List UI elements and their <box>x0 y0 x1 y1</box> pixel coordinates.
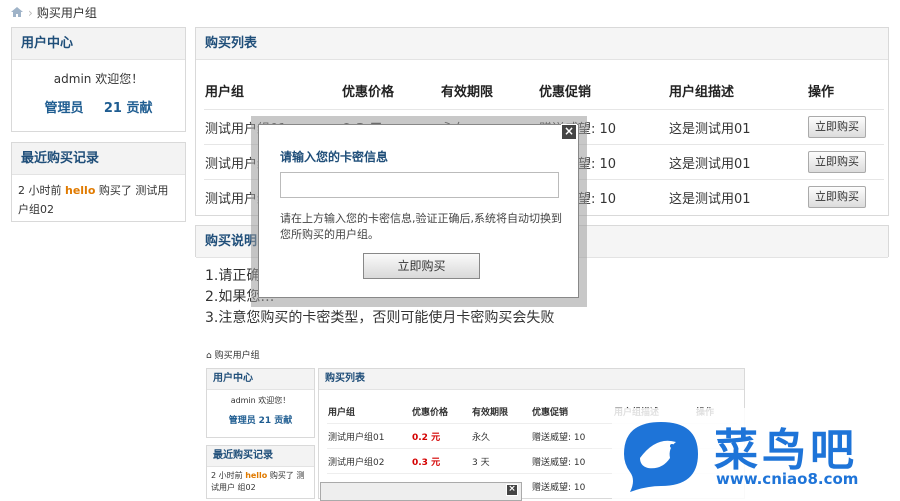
mini-recent-time: 2 小时前 <box>211 471 243 480</box>
mini-close-icon: × <box>506 484 518 496</box>
mini-greeting: admin 欢迎您！ <box>230 396 291 405</box>
breadcrumb: › 购买用户组 <box>10 4 97 22</box>
watermark: 菜鸟吧 www.cniao8.com <box>612 408 900 499</box>
breadcrumb-separator: › <box>28 6 33 20</box>
mini-recent-title: 最近购买记录 <box>207 446 314 467</box>
col-desc: 用户组描述 <box>669 84 735 100</box>
mini-cell: 赠送威望: 10 <box>531 423 613 449</box>
recent-user-link[interactable]: hello <box>65 184 95 197</box>
recent-purchase-title: 最近购买记录 <box>12 143 185 175</box>
modal-buy-button[interactable]: 立即购买 <box>363 253 480 279</box>
watermark-brand: 菜鸟吧 <box>714 425 858 476</box>
mini-cell: 测试用户组02 <box>327 448 411 474</box>
mini-user-center: 用户中心 admin 欢迎您！ 管理员 21 贡献 <box>206 368 315 438</box>
note-line: 3.注意您购买的卡密类型，否则可能使月卡密购买会失败 <box>205 310 555 326</box>
col-period: 有效期限 <box>441 84 494 100</box>
mini-col: 用户组 <box>328 407 356 418</box>
mini-role: 管理员 <box>228 416 256 426</box>
breadcrumb-current: 购买用户组 <box>36 6 97 20</box>
card-key-modal: 请输入您的卡密信息 请在上方输入您的卡密信息,验证正确后,系统将自动切换到您所购… <box>258 124 579 298</box>
col-action: 操作 <box>808 84 835 100</box>
modal-title: 请输入您的卡密信息 <box>280 150 389 164</box>
watermark-url: www.cniao8.com <box>716 470 859 488</box>
col-group: 用户组 <box>205 84 245 100</box>
recent-purchase-panel: 最近购买记录 2 小时前 hello 购买了 测试用户组02 <box>11 142 186 222</box>
mini-user-center-title: 用户中心 <box>207 369 314 390</box>
mini-recent-user: hello <box>245 471 268 480</box>
mini-cell: 0.2 元 <box>411 423 471 449</box>
modal-tip-text: 请在上方输入您的卡密信息,验证正确后,系统将自动切换到您所购买的用户组。 <box>280 212 562 241</box>
mini-modal-fragment <box>320 482 522 501</box>
mini-contribution: 21 贡献 <box>258 416 293 426</box>
mini-cell: 赠送威望: 10 <box>531 473 613 498</box>
mini-home-icon: ⌂ <box>206 351 212 361</box>
mini-col: 优惠价格 <box>412 407 449 418</box>
mini-cell: 测试用户组01 <box>327 423 411 449</box>
table-header-row: 用户组 优惠价格 有效期限 优惠促销 用户组描述 操作 <box>204 71 884 110</box>
home-icon[interactable] <box>10 5 24 17</box>
buy-now-button[interactable]: 立即购买 <box>808 116 866 138</box>
mini-cell: 3 天 <box>471 448 531 474</box>
col-promo: 优惠促销 <box>539 84 592 100</box>
mini-breadcrumb-text: 购买用户组 <box>214 351 260 361</box>
cell-desc: 这是测试用01 <box>668 179 807 214</box>
mini-buy-list-title: 购买列表 <box>319 369 744 390</box>
col-price: 优惠价格 <box>342 84 395 100</box>
user-center-title: 用户中心 <box>12 28 185 60</box>
mini-col: 有效期限 <box>472 407 509 418</box>
mini-breadcrumb: ⌂ 购买用户组 <box>206 348 260 361</box>
user-center-panel: 用户中心 admin 欢迎您！ 管理员 21 贡献 <box>11 27 186 132</box>
buy-list-title: 购买列表 <box>196 28 888 60</box>
contribution-link[interactable]: 21 贡献 <box>104 101 153 116</box>
card-key-input[interactable] <box>280 172 559 198</box>
mini-col: 优惠促销 <box>532 407 569 418</box>
recent-purchase-item: 2 小时前 hello 购买了 测试用户组02 <box>12 175 185 225</box>
mini-cell: 永久 <box>471 423 531 449</box>
recent-time: 2 小时前 <box>18 184 62 197</box>
role-link[interactable]: 管理员 <box>45 101 84 116</box>
buy-now-button[interactable]: 立即购买 <box>808 186 866 208</box>
cell-desc: 这是测试用01 <box>668 144 807 180</box>
bird-logo-icon <box>624 422 698 492</box>
close-icon[interactable]: × <box>561 124 577 140</box>
mini-recent-item: 组02 <box>237 483 256 492</box>
cell-desc: 这是测试用01 <box>668 109 807 145</box>
buy-now-button[interactable]: 立即购买 <box>808 151 866 173</box>
mini-cell: 赠送威望: 10 <box>531 448 613 474</box>
greeting-text: admin 欢迎您！ <box>53 72 144 86</box>
mini-recent: 最近购买记录 2 小时前 hello 购买了 测试用户 组02 <box>206 445 315 499</box>
mini-cell: 0.3 元 <box>411 448 471 474</box>
recent-action: 购买了 <box>98 184 132 197</box>
